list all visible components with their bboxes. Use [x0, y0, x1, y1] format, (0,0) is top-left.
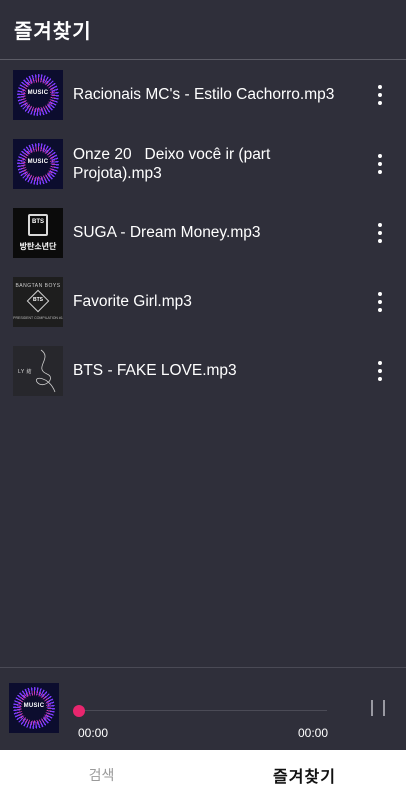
- album-art-thumbnail: LY 結: [13, 345, 63, 396]
- player-album-art[interactable]: MUSIC: [9, 683, 59, 733]
- favorites-list: MUSIC Racionais MC's - Estilo Cachorro.m…: [0, 60, 406, 405]
- album-art-thumbnail: BANGTAN BOYS BTS PRESIDENT COMPILATION #…: [13, 276, 63, 327]
- progress-track[interactable]: [79, 710, 327, 711]
- album-art-thumbnail: MUSIC: [13, 69, 63, 120]
- more-options-icon[interactable]: [372, 83, 388, 107]
- album-art-caption: PRESIDENT COMPILATION #1: [13, 315, 63, 320]
- album-art-text: MUSIC: [23, 703, 45, 709]
- more-options-icon[interactable]: [372, 359, 388, 383]
- total-time: 00:00: [297, 726, 328, 740]
- tab-search[interactable]: 검색: [0, 750, 203, 800]
- album-art-text: MUSIC: [27, 89, 49, 96]
- album-art-caption: 방탄소년단: [19, 241, 57, 251]
- album-art-thumbnail: MUSIC: [13, 138, 63, 189]
- list-item[interactable]: MUSIC Onze 20 Deixo você ir (part Projot…: [0, 129, 406, 198]
- list-item[interactable]: BTS 방탄소년단 SUGA - Dream Money.mp3: [0, 198, 406, 267]
- list-item[interactable]: LY 結 BTS - FAKE LOVE.mp3: [0, 336, 406, 405]
- song-title[interactable]: Racionais MC's - Estilo Cachorro.mp3: [73, 85, 358, 104]
- pause-icon[interactable]: [371, 700, 385, 716]
- bts-emblem-icon: [28, 213, 48, 236]
- album-art-text: BTS: [32, 218, 44, 225]
- page-title: 즐겨찾기: [14, 21, 92, 43]
- more-options-icon[interactable]: [372, 221, 388, 245]
- more-options-icon[interactable]: [372, 290, 388, 314]
- album-art-badge: BTS: [33, 296, 43, 303]
- song-title[interactable]: SUGA - Dream Money.mp3: [73, 223, 358, 242]
- seek-handle[interactable]: [73, 705, 85, 717]
- app-bar: 즐겨찾기: [0, 0, 406, 60]
- list-item[interactable]: MUSIC Racionais MC's - Estilo Cachorro.m…: [0, 60, 406, 129]
- mini-player: MUSIC 00:00 00:00: [0, 667, 406, 750]
- album-art-text: LY 結: [18, 368, 33, 375]
- tab-favorites[interactable]: 즐겨찾기: [203, 750, 406, 800]
- bottom-navigation: 검색 즐겨찾기: [0, 750, 406, 800]
- current-time: 00:00: [78, 726, 109, 740]
- song-title[interactable]: BTS - FAKE LOVE.mp3: [73, 361, 358, 380]
- album-art-text: MUSIC: [27, 158, 49, 165]
- list-item[interactable]: BANGTAN BOYS BTS PRESIDENT COMPILATION #…: [0, 267, 406, 336]
- album-art-thumbnail: BTS 방탄소년단: [13, 207, 63, 258]
- album-art-text: BANGTAN BOYS: [15, 282, 61, 289]
- song-title[interactable]: Onze 20 Deixo você ir (part Projota).mp3: [73, 145, 358, 183]
- more-options-icon[interactable]: [372, 152, 388, 176]
- song-title[interactable]: Favorite Girl.mp3: [73, 292, 358, 311]
